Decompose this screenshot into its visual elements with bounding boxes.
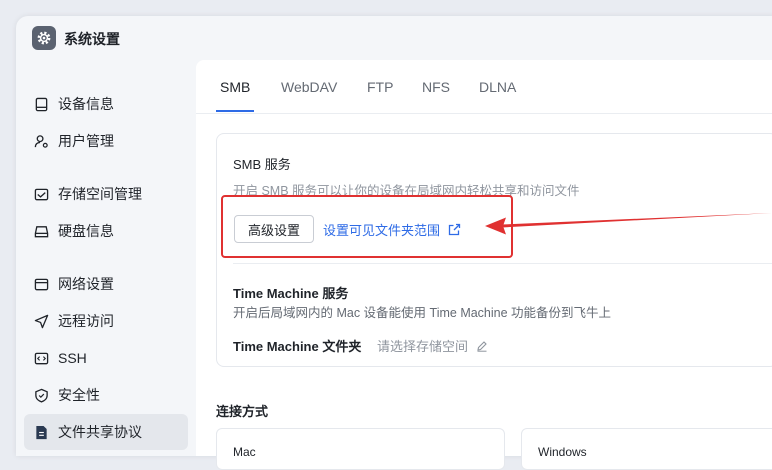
- connection-option-windows[interactable]: Windows: [521, 428, 772, 470]
- sidebar-item-disk-info[interactable]: 硬盘信息: [24, 213, 188, 249]
- sidebar-item-network[interactable]: 网络设置: [24, 266, 188, 302]
- divider: [233, 263, 772, 264]
- sidebar-item-remote-access[interactable]: 远程访问: [24, 303, 188, 339]
- sidebar-item-security[interactable]: 安全性: [24, 377, 188, 413]
- storage-icon: [33, 186, 49, 202]
- send-icon: [33, 313, 49, 329]
- window-title: 系统设置: [64, 31, 120, 47]
- sidebar-item-label: 网络设置: [58, 276, 114, 292]
- annotation-arrow: [485, 213, 772, 235]
- time-machine-folder-label: Time Machine 文件夹: [233, 339, 362, 354]
- disk-icon: [33, 223, 49, 239]
- main-panel: SMB WebDAV FTP NFS DLNA SMB 服务 开启 SMB 服务…: [196, 60, 772, 470]
- sidebar-item-file-sharing[interactable]: 文件共享协议: [24, 414, 188, 450]
- tab-webdav[interactable]: WebDAV: [281, 79, 337, 95]
- connection-option-mac[interactable]: Mac: [216, 428, 505, 470]
- tab-nfs[interactable]: NFS: [422, 79, 450, 95]
- connection-option-label: Mac: [233, 445, 256, 459]
- sidebar-item-label: 设备信息: [58, 96, 114, 112]
- active-tab-indicator: [216, 110, 254, 112]
- time-machine-folder-select[interactable]: 请选择存储空间: [377, 336, 488, 355]
- tab-dlna[interactable]: DLNA: [479, 79, 516, 95]
- connection-method-title: 连接方式: [216, 404, 269, 419]
- tab-smb[interactable]: SMB: [220, 79, 250, 95]
- network-icon: [33, 276, 49, 292]
- code-icon: [33, 350, 49, 366]
- title-bar: 系统设置: [16, 16, 772, 60]
- gear-icon: [32, 26, 56, 50]
- time-machine-folder-value: 请选择存储空间: [377, 339, 469, 354]
- sidebar-item-ssh[interactable]: SSH: [24, 340, 188, 376]
- sidebar-item-label: 文件共享协议: [58, 424, 142, 440]
- shield-icon: [33, 387, 49, 403]
- time-machine-description: 开启后局域网内的 Mac 设备能使用 Time Machine 功能备份到飞牛上: [233, 306, 612, 320]
- tab-ftp[interactable]: FTP: [367, 79, 393, 95]
- device-icon: [33, 96, 49, 112]
- sidebar-item-device-info[interactable]: 设备信息: [24, 86, 188, 122]
- smb-service-title: SMB 服务: [233, 157, 291, 172]
- file-icon: [33, 424, 49, 440]
- sidebar-item-label: 安全性: [58, 387, 100, 403]
- sidebar-item-label: 存储空间管理: [58, 186, 142, 202]
- connection-option-label: Windows: [538, 445, 587, 459]
- user-settings-icon: [33, 133, 49, 149]
- sidebar-item-label: 硬盘信息: [58, 223, 114, 239]
- tab-bar: SMB WebDAV FTP NFS DLNA: [196, 60, 772, 114]
- sidebar-item-storage[interactable]: 存储空间管理: [24, 176, 188, 212]
- sidebar-item-user-management[interactable]: 用户管理: [24, 123, 188, 159]
- sidebar-item-label: SSH: [58, 350, 87, 366]
- sidebar-item-label: 用户管理: [58, 133, 114, 149]
- annotation-highlight-box: [221, 195, 513, 258]
- edit-icon: [476, 340, 488, 352]
- sidebar-item-label: 远程访问: [58, 313, 114, 329]
- time-machine-title: Time Machine 服务: [233, 286, 349, 301]
